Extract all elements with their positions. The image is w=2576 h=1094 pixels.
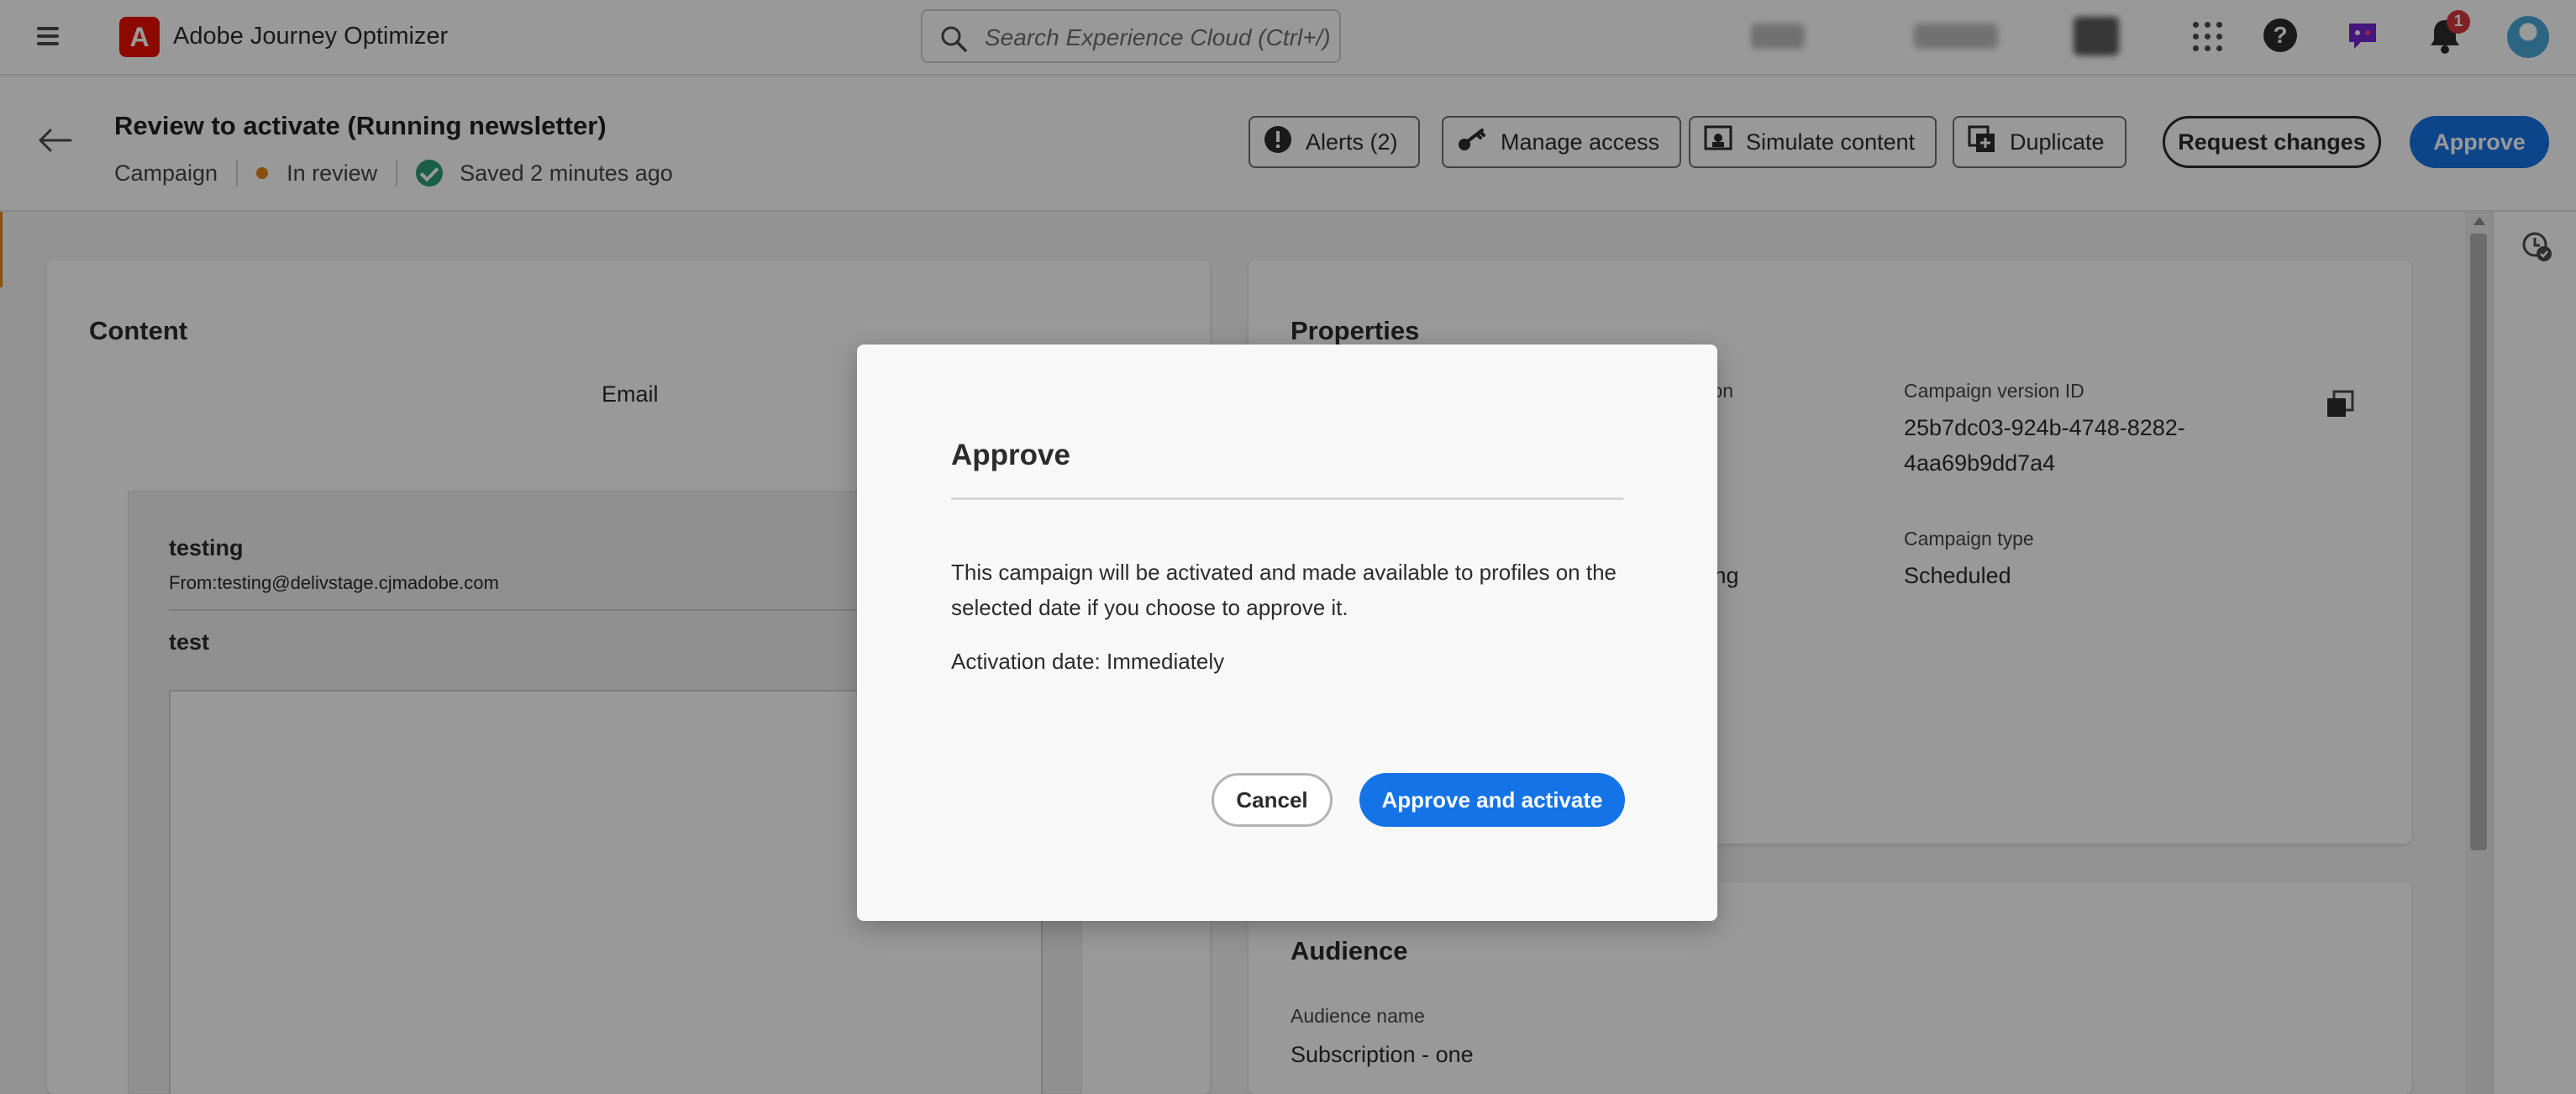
approve-dialog: Approve This campaign will be activated …: [857, 345, 1717, 921]
cancel-button[interactable]: Cancel: [1212, 773, 1333, 827]
activation-date: Activation date: Immediately: [951, 649, 1225, 674]
dialog-divider: [951, 497, 1623, 500]
dialog-title: Approve: [951, 439, 1070, 471]
dialog-message: This campaign will be activated and made…: [951, 560, 1617, 620]
approve-and-activate-button[interactable]: Approve and activate: [1359, 773, 1625, 827]
